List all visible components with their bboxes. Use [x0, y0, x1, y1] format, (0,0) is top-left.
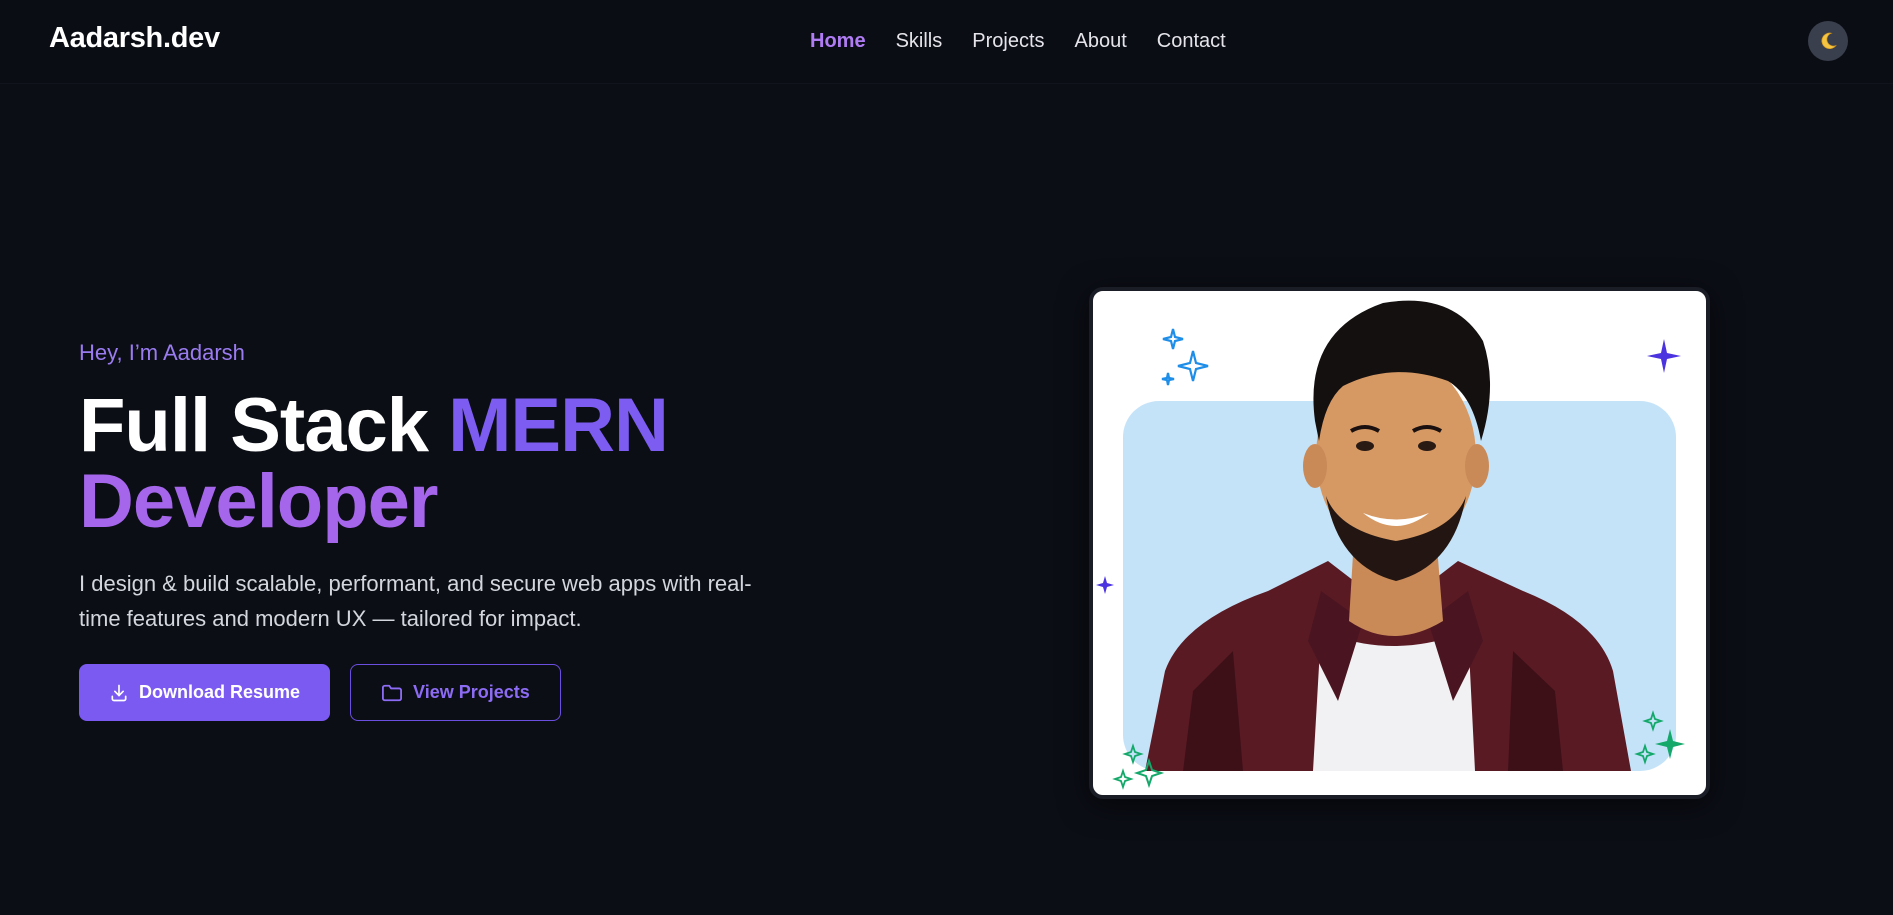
sparkle-purple-small-icon	[1096, 576, 1114, 594]
main-nav: Home Skills Projects About Contact	[810, 30, 1226, 53]
headline-part-1: Full Stack	[79, 383, 449, 468]
download-resume-label: Download Resume	[139, 682, 301, 702]
theme-toggle-button[interactable]	[1808, 21, 1848, 61]
nav-link-contact[interactable]: Contact	[1157, 30, 1226, 53]
view-projects-button[interactable]: View Projects	[350, 664, 561, 721]
hero-section: Hey, I’m Aadarsh Full Stack MERN Develop…	[79, 340, 799, 721]
hero-headline: Full Stack MERN Developer	[79, 388, 799, 540]
nav-link-home[interactable]: Home	[810, 30, 866, 53]
sparkle-blue-icon	[1161, 328, 1209, 386]
folder-icon	[382, 684, 403, 701]
hero-greeting: Hey, I’m Aadarsh	[79, 340, 245, 365]
nav-link-projects[interactable]: Projects	[972, 30, 1044, 53]
nav-link-about[interactable]: About	[1075, 30, 1127, 53]
nav-link-skills[interactable]: Skills	[896, 30, 943, 53]
headline-part-3: Developer	[79, 459, 438, 544]
hero-description: I design & build scalable, performant, a…	[79, 571, 752, 631]
download-icon	[111, 684, 127, 701]
sparkle-purple-icon	[1647, 339, 1681, 373]
hero-actions: Download Resume View Projects	[79, 664, 799, 721]
headline-part-2: MERN	[448, 383, 669, 468]
view-projects-label: View Projects	[413, 682, 530, 702]
profile-photo-card	[1089, 287, 1710, 799]
download-resume-button[interactable]: Download Resume	[79, 664, 331, 721]
top-navbar: Aadarsh.dev Home Skills Projects About C…	[0, 0, 1893, 84]
moon-icon	[1821, 32, 1837, 49]
profile-photo	[1096, 300, 1685, 790]
site-brand-logo[interactable]: Aadarsh.dev	[49, 22, 220, 55]
